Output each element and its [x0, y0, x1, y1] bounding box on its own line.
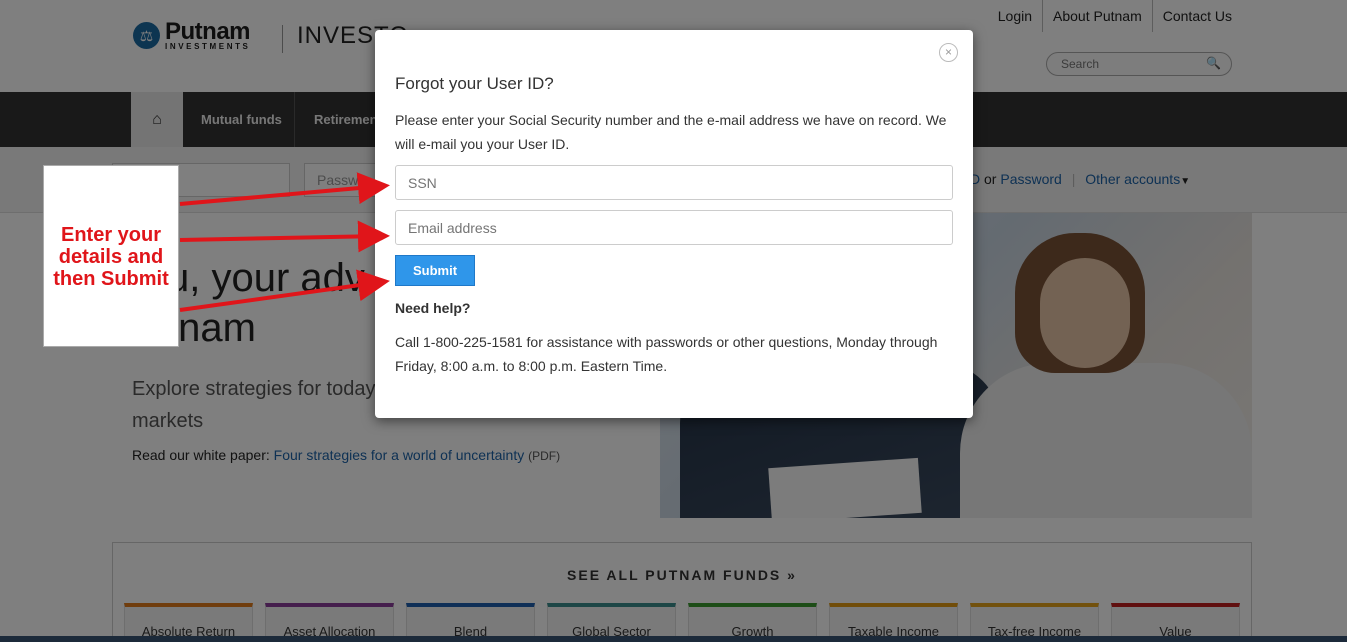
arrow-to-submit: [179, 269, 390, 312]
annotation-arrows: [179, 172, 390, 312]
arrow-to-ssn: [179, 172, 390, 206]
arrow-to-email: [179, 220, 390, 253]
taskbar: [0, 636, 1347, 642]
